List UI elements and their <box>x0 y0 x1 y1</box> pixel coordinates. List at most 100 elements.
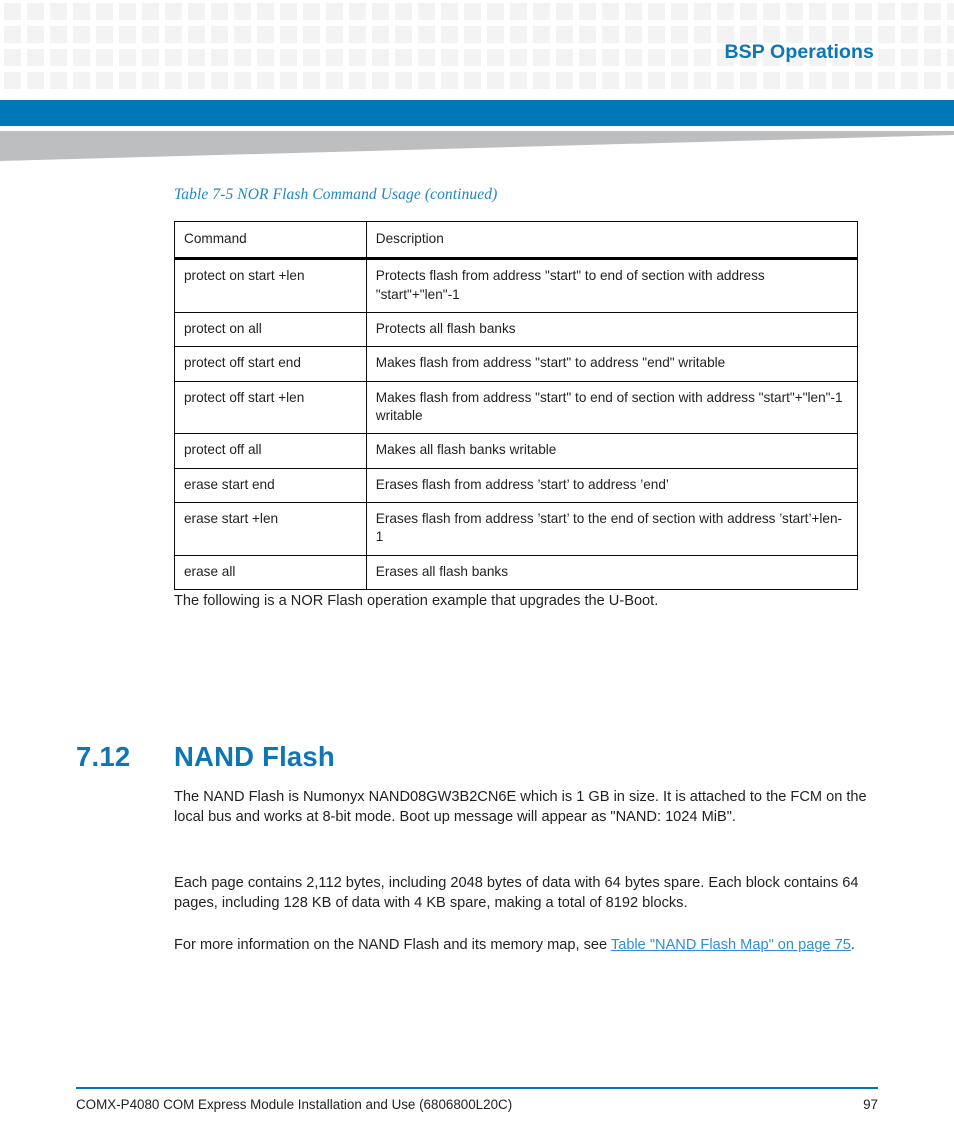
header-grid-square <box>602 49 619 66</box>
header-grid-square <box>694 26 711 43</box>
header-grid-square <box>671 3 688 20</box>
header-grid-square <box>372 49 389 66</box>
header-grid-square <box>142 72 159 89</box>
header-grid-square <box>73 49 90 66</box>
header-grid-square <box>579 26 596 43</box>
header-grid-square <box>717 72 734 89</box>
table-head: Command Description <box>174 220 859 261</box>
header-grid-square <box>211 72 228 89</box>
header-grid-square <box>303 26 320 43</box>
header-grid-square <box>257 49 274 66</box>
column-header-command: Command <box>174 220 367 261</box>
header-grid-square <box>947 49 954 66</box>
cell-command: erase start +len <box>174 502 367 556</box>
header-grid-square <box>740 3 757 20</box>
header-grid-square <box>234 49 251 66</box>
header-grid-square <box>602 26 619 43</box>
header-grid-square <box>855 3 872 20</box>
header-grid-square <box>510 26 527 43</box>
header-grid-square <box>533 72 550 89</box>
header-grid-square <box>349 72 366 89</box>
header-grid-square <box>625 3 642 20</box>
footer-rule <box>76 1087 878 1089</box>
header-grid-square <box>763 3 780 20</box>
chapter-title: BSP Operations <box>724 41 874 63</box>
header-grid-square <box>96 26 113 43</box>
header-grid-square <box>73 72 90 89</box>
nand-flash-paragraph-3: For more information on the NAND Flash a… <box>174 935 880 956</box>
header-grid-square <box>372 3 389 20</box>
header-grid-square <box>27 49 44 66</box>
table-body: protect on start +len Protects flash fro… <box>174 258 859 591</box>
header-grid-square <box>671 26 688 43</box>
header-grid-square <box>257 26 274 43</box>
header-grid-square <box>487 72 504 89</box>
header-grid-square <box>648 26 665 43</box>
header-grid-square <box>303 3 320 20</box>
header-grid-square <box>303 72 320 89</box>
table-row: protect off all Makes all flash banks wr… <box>174 433 859 469</box>
header-grid-square <box>510 72 527 89</box>
header-grid-square <box>280 3 297 20</box>
cell-description: Makes all flash banks writable <box>365 433 859 469</box>
cell-description: Erases all flash banks <box>365 554 859 591</box>
header-grid-square <box>556 49 573 66</box>
section-number: 7.12 <box>76 740 131 772</box>
header-grid-square <box>901 3 918 20</box>
footer-page-number: 97 <box>863 1097 878 1112</box>
header-grid-square <box>96 72 113 89</box>
header-grid-square <box>924 49 941 66</box>
header-grid-square <box>188 26 205 43</box>
header-grid-square <box>855 72 872 89</box>
header-grid-square <box>257 3 274 20</box>
header-grid-square <box>165 49 182 66</box>
header-grid-square <box>717 3 734 20</box>
header-grid-square <box>924 26 941 43</box>
header-grid-square <box>188 3 205 20</box>
header-grid-square <box>648 49 665 66</box>
header-grid-square <box>694 72 711 89</box>
header-grid-square <box>326 26 343 43</box>
header-grid-square <box>533 3 550 20</box>
header-grid-square <box>27 3 44 20</box>
header-grid-square <box>579 3 596 20</box>
header-grid-square <box>119 49 136 66</box>
section-heading: 7.12 NAND Flash <box>76 741 335 773</box>
header-blue-bar <box>0 100 954 126</box>
header-grid-square <box>234 72 251 89</box>
header-grid-square <box>211 26 228 43</box>
nand-flash-map-link[interactable]: Table "NAND Flash Map" on page 75 <box>611 937 851 953</box>
header-grid-square <box>924 3 941 20</box>
header-grid-square <box>441 49 458 66</box>
header-grid-square <box>188 49 205 66</box>
page-header: BSP Operations <box>0 0 954 170</box>
header-grid-square <box>694 49 711 66</box>
table-row: erase start +len Erases flash from addre… <box>174 502 859 556</box>
header-grid-square <box>349 3 366 20</box>
header-grid-square <box>947 72 954 89</box>
header-grid-square <box>4 72 21 89</box>
table-row: erase start end Erases flash from addres… <box>174 467 859 504</box>
header-grid-square <box>464 72 481 89</box>
header-grid-square <box>50 26 67 43</box>
cell-command: protect on start +len <box>174 258 367 314</box>
paragraph-3-tail-text: . <box>850 936 855 953</box>
header-grid-square <box>326 72 343 89</box>
paragraph-3-lead-text: For more information on the NAND Flash a… <box>174 936 611 953</box>
header-grid-square <box>947 26 954 43</box>
nor-flash-command-usage-table: Command Description protect on start +le… <box>174 220 859 591</box>
header-grid-square <box>211 49 228 66</box>
header-grid-square <box>303 49 320 66</box>
header-grid-square <box>487 3 504 20</box>
header-grid-square <box>602 3 619 20</box>
header-grid-square <box>326 49 343 66</box>
header-grid-square <box>878 49 895 66</box>
header-grid-square <box>878 26 895 43</box>
header-grid-square <box>418 3 435 20</box>
header-grid-row <box>4 72 954 89</box>
header-grid-row <box>4 3 954 20</box>
header-grid-square <box>487 26 504 43</box>
header-grid-square <box>395 49 412 66</box>
header-grid-square <box>418 72 435 89</box>
header-grid-square <box>786 72 803 89</box>
